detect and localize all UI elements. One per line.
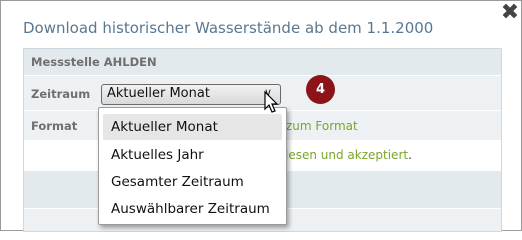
- accept-period: .: [408, 148, 412, 162]
- table-row-zeitraum: Zeitraum Aktueller Monat ∨: [24, 76, 501, 111]
- dialog-title: Download historischer Wasserstände ab de…: [23, 19, 434, 37]
- format-label: Format: [31, 119, 78, 133]
- dropdown-option-gesamter-zeitraum[interactable]: Gesamter Zeitraum: [103, 169, 282, 195]
- dropdown-option-auswaehlbarer-zeitraum[interactable]: Auswählbarer Zeitraum: [103, 196, 282, 222]
- mouse-cursor-icon: [264, 91, 279, 113]
- zeitraum-select[interactable]: Aktueller Monat ∨: [101, 84, 281, 105]
- dropdown-option-aktuelles-jahr[interactable]: Aktuelles Jahr: [103, 142, 282, 168]
- station-label: Messstelle AHLDEN: [31, 55, 157, 69]
- dropdown-option-aktueller-monat[interactable]: Aktueller Monat: [103, 114, 282, 140]
- zeitraum-selected-value: Aktueller Monat: [107, 86, 210, 101]
- download-dialog: Download historischer Wasserstände ab de…: [0, 0, 522, 232]
- format-info-link[interactable]: zum Format: [286, 119, 358, 133]
- table-row-header: Messstelle AHLDEN: [24, 49, 501, 76]
- zeitraum-label: Zeitraum: [31, 87, 91, 101]
- step-badge: 4: [306, 75, 335, 104]
- accept-terms-link: lesen und akzeptiert.: [285, 148, 412, 162]
- zeitraum-dropdown-list: Aktueller Monat Aktuelles Jahr Gesamter …: [98, 107, 287, 225]
- accept-terms-link-text[interactable]: lesen und akzeptiert: [285, 148, 408, 162]
- close-icon[interactable]: ✖: [500, 2, 520, 24]
